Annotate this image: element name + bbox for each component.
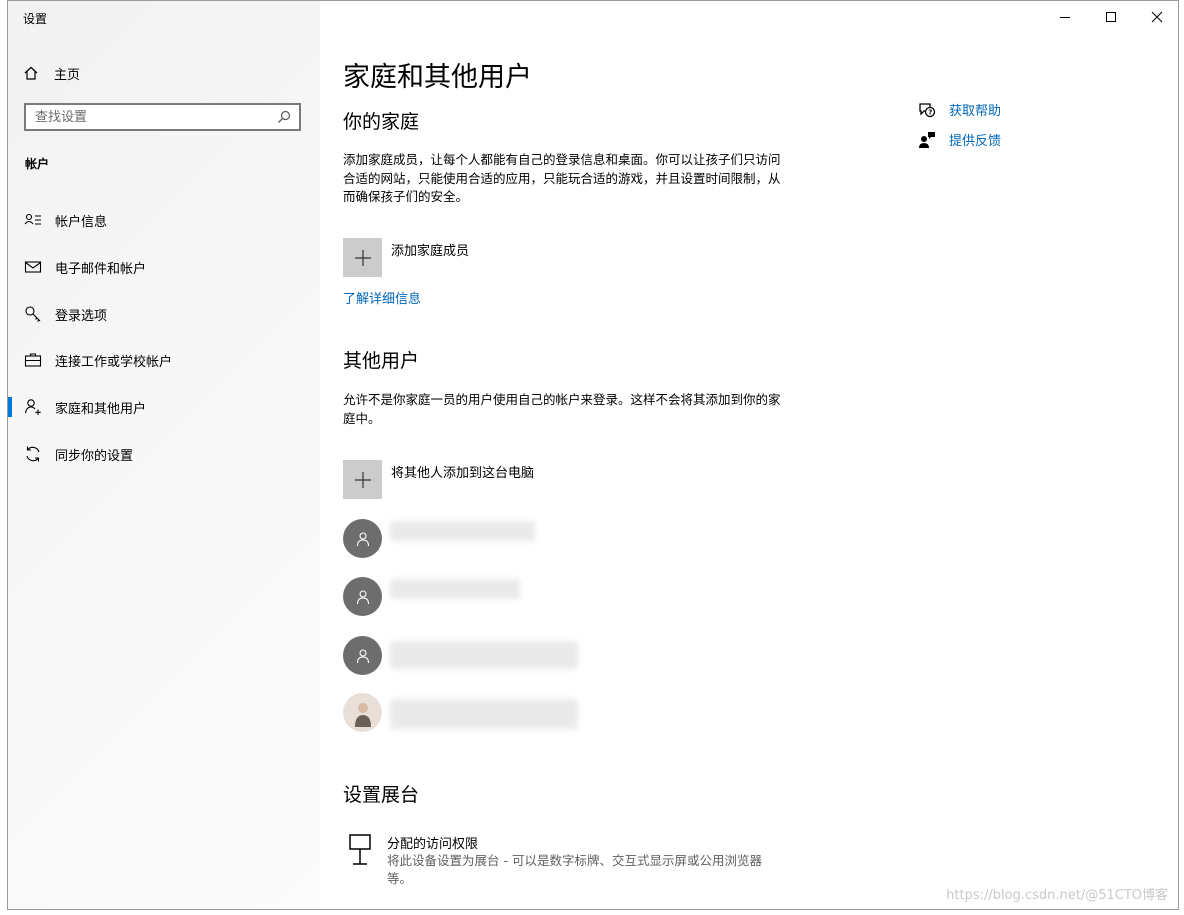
kiosk-icon (349, 834, 371, 865)
get-help-link[interactable]: ? 获取帮助 (918, 100, 1001, 119)
plus-icon (354, 249, 371, 266)
sidebar-item-label: 同步你的设置 (55, 448, 134, 464)
assigned-access-description: 将此设备设置为展台 - 可以是数字标牌、交互式显示屏或公用浏览器等。 (387, 853, 762, 886)
kiosk-heading: 设置展台 (343, 784, 420, 806)
person-icon (356, 531, 369, 546)
add-other-user-button[interactable] (343, 460, 382, 499)
redacted-user-name (390, 521, 535, 541)
sidebar-item-family[interactable]: 家庭和其他用户 (8, 387, 320, 427)
search-box[interactable] (24, 103, 301, 131)
feedback-link[interactable]: 提供反馈 (918, 130, 1001, 149)
person-icon (356, 648, 369, 663)
get-help-label: 获取帮助 (949, 104, 1002, 119)
sidebar-item-signin-options[interactable]: 登录选项 (8, 294, 320, 334)
other-users-description: 允许不是你家庭一员的用户使用自己的帐户来登录。这样不会将其添加到你的家庭中。 (343, 392, 781, 426)
home-button[interactable]: 主页 (23, 61, 80, 85)
user-avatar[interactable] (343, 577, 382, 616)
account-info-icon (24, 211, 42, 229)
sidebar-item-email[interactable]: 电子邮件和帐户 (8, 247, 320, 287)
page-title: 家庭和其他用户 (343, 62, 532, 93)
help-icon: ? (919, 102, 936, 117)
add-family-member-button[interactable] (343, 238, 382, 277)
sidebar-item-label: 登录选项 (55, 308, 108, 324)
mail-icon (24, 258, 42, 276)
close-icon (1151, 11, 1163, 23)
redacted-user-name (390, 699, 578, 729)
minimize-button[interactable] (1042, 1, 1088, 33)
briefcase-icon (24, 351, 42, 369)
add-other-user-label[interactable]: 将其他人添加到这台电脑 (391, 462, 534, 481)
section-label: 帐户 (25, 157, 50, 171)
family-description: 添加家庭成员，让每个人都能有自己的登录信息和桌面。你可以让孩子们只访问合适的网站… (343, 152, 781, 204)
user-photo-avatar[interactable] (343, 693, 382, 732)
watermark: https://blog.csdn.net/@51CTO博客 (946, 888, 1168, 903)
add-person-icon (24, 398, 42, 416)
user-avatar[interactable] (343, 519, 382, 558)
user-avatar[interactable] (343, 636, 382, 675)
add-family-member-label[interactable]: 添加家庭成员 (391, 240, 469, 259)
sidebar-item-label: 帐户信息 (55, 214, 108, 230)
sidebar-item-work-school[interactable]: 连接工作或学校帐户 (8, 340, 320, 380)
assigned-access-link[interactable]: 分配的访问权限 (387, 833, 478, 852)
sidebar: 设置 主页 帐户 帐户信息 电子邮件和帐户 (8, 1, 320, 909)
learn-more-link[interactable]: 了解详细信息 (343, 288, 421, 307)
close-button[interactable] (1134, 1, 1178, 33)
sidebar-item-sync[interactable]: 同步你的设置 (8, 434, 320, 474)
sidebar-item-label: 家庭和其他用户 (55, 401, 147, 417)
maximize-button[interactable] (1088, 1, 1134, 33)
svg-text:?: ? (928, 108, 932, 116)
sidebar-item-label: 电子邮件和帐户 (55, 261, 147, 277)
other-users-heading: 其他用户 (343, 350, 420, 372)
redacted-user-name (390, 579, 520, 599)
key-icon (24, 305, 42, 323)
app-title: 设置 (23, 12, 48, 26)
sync-icon (24, 445, 42, 463)
minimize-icon (1060, 17, 1070, 18)
home-icon (24, 66, 38, 80)
settings-window: 设置 主页 帐户 帐户信息 电子邮件和帐户 (7, 0, 1179, 910)
feedback-icon (919, 131, 935, 148)
feedback-label: 提供反馈 (949, 134, 1002, 149)
search-icon[interactable] (277, 110, 291, 124)
sidebar-item-label: 连接工作或学校帐户 (55, 354, 173, 370)
home-label: 主页 (54, 67, 81, 83)
sidebar-item-account-info[interactable]: 帐户信息 (8, 200, 320, 240)
search-input[interactable] (26, 108, 277, 126)
main-content: 家庭和其他用户 你的家庭 添加家庭成员，让每个人都能有自己的登录信息和桌面。你可… (320, 1, 1178, 909)
person-photo-icon (354, 702, 371, 727)
plus-icon (354, 471, 371, 488)
person-icon (356, 589, 369, 604)
maximize-icon (1106, 12, 1116, 22)
redacted-user-name (390, 641, 578, 669)
family-heading: 你的家庭 (343, 111, 420, 133)
